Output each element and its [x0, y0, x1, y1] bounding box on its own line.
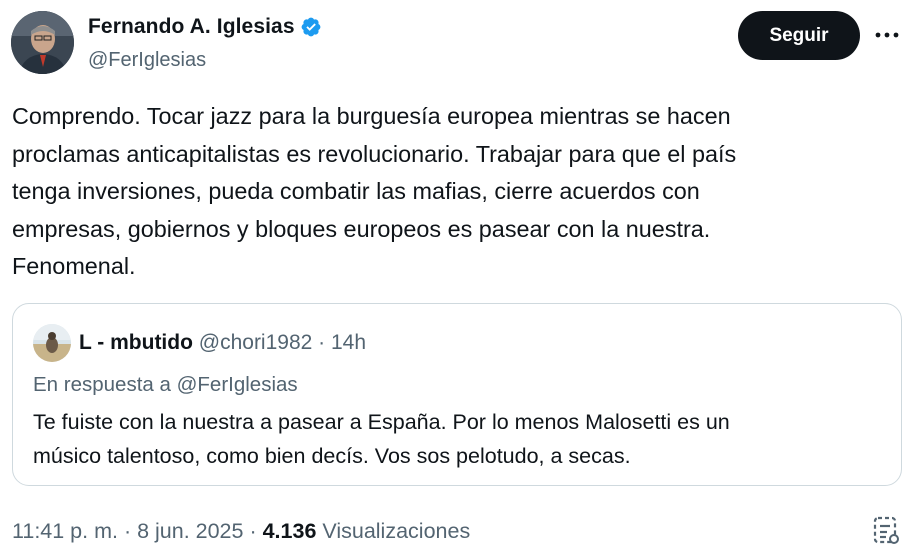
tweet-time[interactable]: 11:41 p. m. [12, 519, 118, 543]
tweet-line: proclamas anticapitalistas es revolucion… [12, 140, 737, 167]
author-avatar[interactable] [11, 11, 74, 74]
author-handle[interactable]: @FerIglesias [88, 49, 322, 72]
tweet-line: Comprendo. Tocar jazz para la burguesía … [12, 103, 731, 129]
separator: · [312, 331, 331, 354]
quoted-line: músico talentoso, como bien decís. Vos s… [33, 444, 631, 468]
separator: · [243, 519, 263, 543]
tweet-text: Comprendo. Tocar jazz para la burguesía … [12, 98, 892, 286]
separator: · [117, 519, 138, 543]
views-label: Visualizaciones [322, 519, 471, 543]
follow-button[interactable]: Seguir [738, 11, 860, 60]
tweet-date[interactable]: 8 jun. 2025 [137, 519, 243, 543]
quoted-text: Te fuiste con la nuestra a pasear a Espa… [33, 405, 730, 473]
views-count: 4.136 [262, 519, 317, 543]
tweet-header: Fernando A. Iglesias @FerIglesias Seguir [11, 11, 901, 75]
quoted-author-avatar [33, 324, 71, 362]
author-info: Fernando A. Iglesias @FerIglesias [88, 15, 322, 72]
quoted-time[interactable]: 14h [331, 331, 366, 354]
ellipsis-icon[interactable] [873, 23, 901, 47]
analytics-icon[interactable] [872, 515, 902, 547]
quoted-author-name[interactable]: L - mbutido [79, 331, 193, 354]
author-name[interactable]: Fernando A. Iglesias [88, 15, 295, 39]
verified-badge-icon [300, 16, 322, 38]
quoted-header: L - mbutido @chori1982 · 14h [79, 331, 366, 355]
tweet-meta: 11:41 p. m. · 8 jun. 2025 · 4.136 Visual… [12, 519, 470, 544]
tweet-line: empresas, gobiernos y bloques europeos e… [12, 215, 711, 242]
quoted-tweet[interactable]: L - mbutido @chori1982 · 14h En respuest… [12, 303, 902, 486]
reply-context: En respuesta a @FerIglesias [33, 373, 298, 396]
tweet-line: Fenomenal. [12, 253, 136, 279]
tweet-line: tenga inversiones, pueda combatir las ma… [12, 178, 700, 204]
quoted-line: Te fuiste con la nuestra a pasear a Espa… [33, 410, 730, 434]
quoted-author-handle[interactable]: @chori1982 [199, 331, 313, 354]
